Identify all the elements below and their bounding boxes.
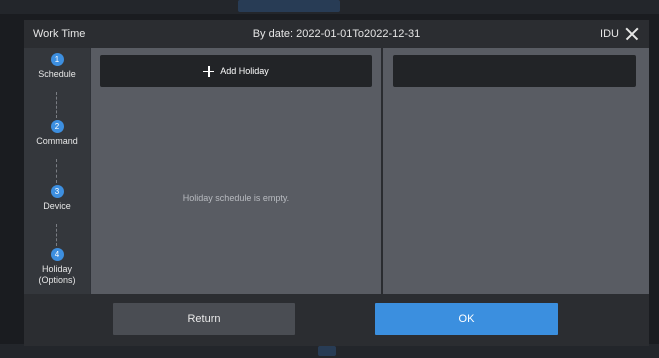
work-time-dialog: Work Time By date: 2022-01-01To2022-12-3… [24,20,649,346]
step-schedule[interactable]: 1 Schedule [24,53,90,80]
step-connector [56,159,57,183]
ok-button[interactable]: OK [375,303,558,335]
unit-label: IDU [600,28,619,40]
step-label: Schedule [38,69,76,79]
plus-icon [203,65,215,77]
add-holiday-label: Add Holiday [220,66,269,76]
step-label: Holiday (Options) [38,264,76,285]
background-highlight-bottom [318,346,336,356]
step-number-badge: 2 [50,120,64,133]
return-button[interactable]: Return [113,303,295,335]
step-connector [56,92,57,118]
empty-state-message: Holiday schedule is empty. [182,193,290,203]
step-device[interactable]: 3 Device [24,185,90,212]
dialog-header: Work Time By date: 2022-01-01To2022-12-3… [24,20,649,48]
step-holiday-options[interactable]: 4 Holiday (Options) [24,248,90,286]
step-sidebar: 1 Schedule 2 Command 3 Device 4 Holiday … [24,48,90,294]
step-label: Device [43,201,71,211]
holiday-detail-panel [383,48,649,294]
close-icon[interactable] [623,25,641,43]
holiday-list-panel: Add Holiday Holiday schedule is empty. [91,48,381,294]
step-number-badge: 1 [50,53,64,66]
dialog-footer: Return OK [24,294,649,346]
add-holiday-button[interactable]: Add Holiday [100,55,372,87]
step-number-badge: 3 [50,185,64,198]
step-command[interactable]: 2 Command [24,120,90,147]
date-range-label: By date: 2022-01-01To2022-12-31 [252,28,421,40]
holiday-detail-header [393,55,636,87]
background-highlight [238,0,340,12]
step-label: Command [36,136,78,146]
step-number-badge: 4 [50,248,64,261]
step-connector [56,224,57,246]
